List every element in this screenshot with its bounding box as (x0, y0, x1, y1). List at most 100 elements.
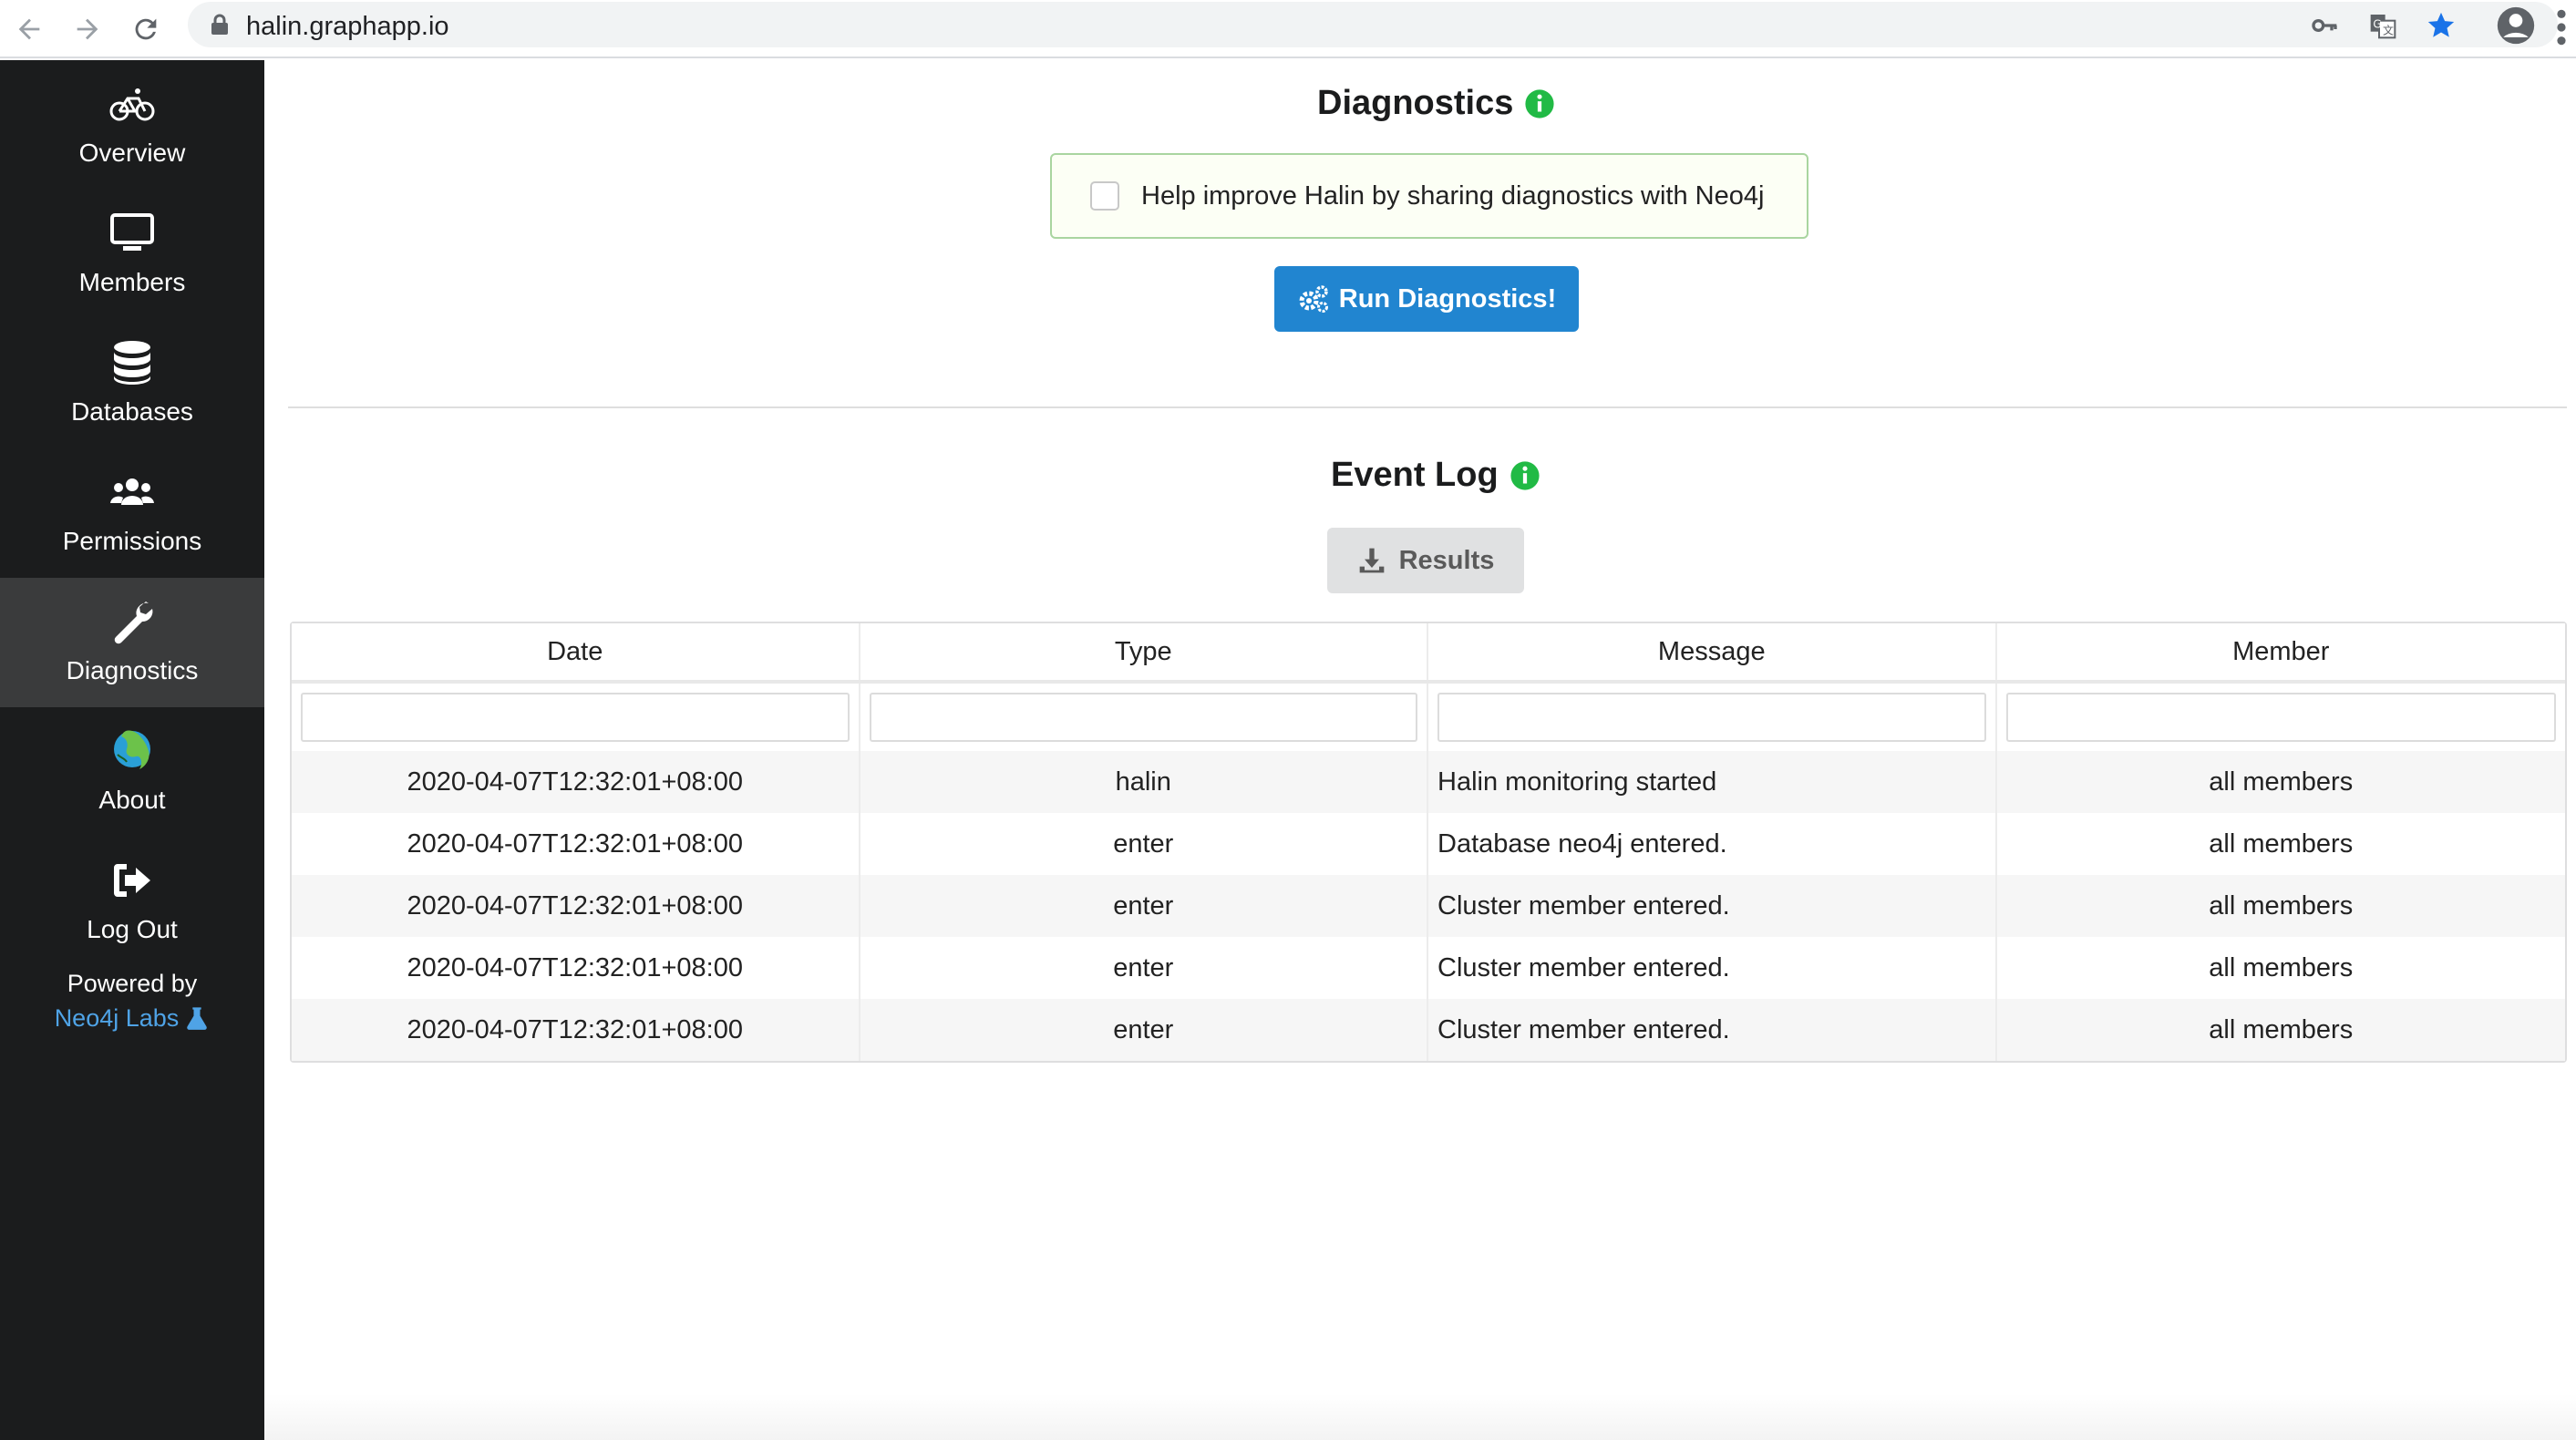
table-row[interactable]: 2020-04-07T12:32:01+08:00 enter Database… (292, 813, 2565, 875)
date-cell: 2020-04-07T12:32:01+08:00 (292, 751, 860, 813)
monitor-icon (110, 213, 154, 251)
member-filter-input[interactable] (2005, 693, 2556, 742)
more-menu-icon[interactable] (2552, 7, 2571, 47)
table-row[interactable]: 2020-04-07T12:32:01+08:00 enter Cluster … (292, 999, 2565, 1061)
type-cell: enter (860, 813, 1428, 875)
results-label: Results (1398, 545, 1495, 575)
date-cell: 2020-04-07T12:32:01+08:00 (292, 937, 860, 999)
browser-toolbar: halin.graphapp.io G文 (0, 0, 2576, 58)
share-diagnostics-checkbox[interactable] (1090, 181, 1119, 211)
arrow-right-icon (77, 18, 98, 40)
main-content: Diagnostics Help improve Halin by sharin… (264, 60, 2576, 1440)
type-cell: enter (860, 937, 1428, 999)
url-text: halin.graphapp.io (246, 12, 449, 41)
forward-button[interactable] (64, 5, 111, 53)
run-diagnostics-label: Run Diagnostics! (1338, 283, 1557, 314)
sidebar-item-diagnostics[interactable]: Diagnostics (0, 578, 264, 707)
date-filter-input[interactable] (301, 693, 850, 742)
lock-icon (211, 14, 228, 35)
arrow-left-icon (18, 18, 40, 40)
event-log-heading: Event Log (1331, 456, 1540, 495)
powered-by: Powered by Neo4j Labs (0, 966, 264, 1035)
neo4j-labs-link[interactable]: Neo4j Labs (55, 1001, 211, 1035)
info-icon[interactable] (1510, 460, 1540, 491)
message-cell: Cluster member entered. (1428, 999, 1997, 1061)
sidebar-item-label: Diagnostics (66, 656, 199, 684)
powered-by-text: Powered by (67, 970, 198, 997)
back-button[interactable] (5, 5, 53, 53)
share-diagnostics-label[interactable]: Help improve Halin by sharing diagnostic… (1141, 181, 1764, 211)
bicycle-icon (109, 88, 155, 121)
bookmark-star-icon[interactable] (2425, 9, 2458, 42)
diagnostics-title: Diagnostics (1317, 84, 1514, 122)
event-log-table: Date Type Message Member 2020-04-07T12:3… (290, 622, 2567, 1063)
sign-out-icon (114, 864, 150, 897)
diagnostics-heading: Diagnostics (1317, 84, 1555, 123)
bottom-shadow (264, 1394, 2576, 1440)
sidebar-item-databases[interactable]: Databases (0, 319, 264, 448)
message-cell: Halin monitoring started (1428, 751, 1997, 813)
type-filter-input[interactable] (869, 693, 1417, 742)
sidebar-item-permissions[interactable]: Permissions (0, 448, 264, 578)
message-cell: Database neo4j entered. (1428, 813, 1997, 875)
date-cell: 2020-04-07T12:32:01+08:00 (292, 813, 860, 875)
info-icon[interactable] (1524, 88, 1555, 119)
date-cell: 2020-04-07T12:32:01+08:00 (292, 999, 860, 1061)
table-filter-row (292, 684, 2565, 751)
type-cell: enter (860, 875, 1428, 937)
sidebar-item-label: Overview (78, 139, 186, 167)
share-diagnostics-box: Help improve Halin by sharing diagnostic… (1050, 153, 1808, 239)
sidebar-item-about[interactable]: About (0, 707, 264, 837)
message-filter-input[interactable] (1437, 693, 1986, 742)
users-icon (110, 478, 154, 505)
table-row[interactable]: 2020-04-07T12:32:01+08:00 enter Cluster … (292, 937, 2565, 999)
key-icon[interactable] (2308, 9, 2341, 42)
profile-avatar-icon[interactable] (2496, 5, 2536, 46)
filter-cell (292, 684, 860, 751)
run-diagnostics-button[interactable]: Run Diagnostics! (1274, 266, 1579, 332)
address-bar[interactable]: halin.graphapp.io G文 (188, 2, 2558, 47)
event-log-title: Event Log (1331, 456, 1499, 494)
svg-text:G: G (2373, 18, 2381, 31)
column-header-date[interactable]: Date (292, 623, 860, 680)
column-header-message[interactable]: Message (1428, 623, 1997, 680)
sidebar: Overview Members Databases Permissions D… (0, 60, 264, 1440)
download-icon (1359, 548, 1384, 573)
wrench-icon (114, 602, 153, 644)
column-header-member[interactable]: Member (1996, 623, 2565, 680)
sidebar-item-members[interactable]: Members (0, 190, 264, 319)
message-cell: Cluster member entered. (1428, 937, 1997, 999)
sidebar-item-label: Members (78, 268, 186, 296)
date-cell: 2020-04-07T12:32:01+08:00 (292, 875, 860, 937)
member-cell: all members (2209, 952, 2354, 982)
filter-cell (1997, 684, 2566, 751)
neo4j-labs-label: Neo4j Labs (54, 1004, 180, 1032)
column-header-type[interactable]: Type (860, 623, 1428, 680)
member-cell: all members (2209, 828, 2354, 859)
sidebar-item-label: About (98, 786, 166, 814)
reload-button[interactable] (122, 5, 170, 53)
translate-icon[interactable]: G文 (2366, 9, 2399, 42)
download-results-button[interactable]: Results (1327, 528, 1524, 593)
table-row[interactable]: 2020-04-07T12:32:01+08:00 enter Cluster … (292, 875, 2565, 937)
halin-logo-icon (114, 730, 150, 769)
cogs-icon (1299, 285, 1328, 313)
table-row[interactable]: 2020-04-07T12:32:01+08:00 halin Halin mo… (292, 751, 2565, 813)
message-cell: Cluster member entered. (1428, 875, 1997, 937)
reload-icon (135, 18, 157, 40)
sidebar-item-label: Permissions (62, 527, 202, 555)
section-divider (288, 406, 2567, 408)
table-header-row: Date Type Message Member (292, 623, 2565, 684)
sidebar-item-logout[interactable]: Log Out (0, 837, 264, 966)
member-cell: all members (2209, 1014, 2354, 1044)
svg-text:文: 文 (2383, 23, 2394, 36)
member-cell: all members (2209, 766, 2354, 797)
type-cell: halin (860, 751, 1428, 813)
type-cell: enter (860, 999, 1428, 1061)
sidebar-item-overview[interactable]: Overview (0, 60, 264, 190)
sidebar-item-label: Log Out (87, 915, 178, 943)
sidebar-item-label: Databases (71, 397, 193, 426)
member-cell: all members (2209, 890, 2354, 921)
flask-icon (187, 1007, 208, 1030)
database-icon (114, 341, 150, 385)
